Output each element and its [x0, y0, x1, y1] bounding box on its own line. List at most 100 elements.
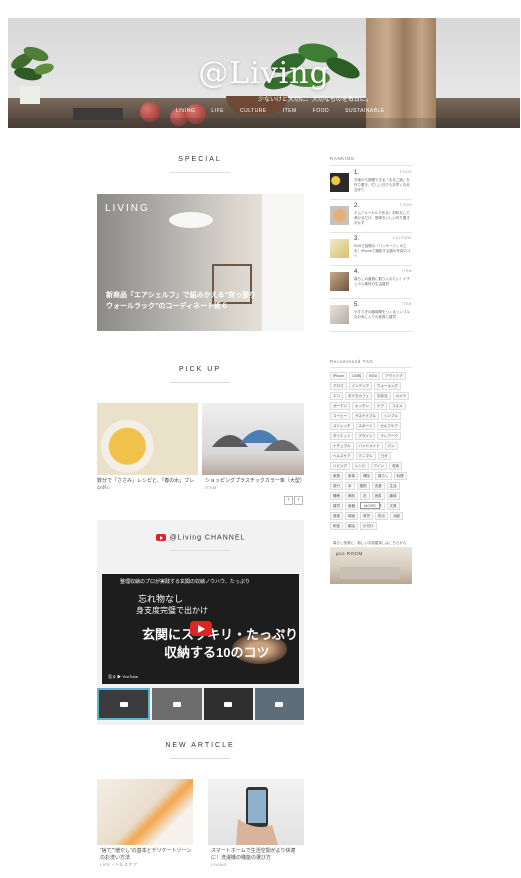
- tag-chip[interactable]: 収納: [389, 462, 402, 470]
- article-card-title[interactable]: “捨て”“増やし”の基本とデリケートゾーンのお洗い方法: [100, 848, 192, 862]
- ranking-item[interactable]: 5. ITEM やすらぎの朝時間をつくるシンプルなお気に入りの家具と雑貨: [330, 302, 412, 330]
- youtube-video-player[interactable]: 整理収納のプロが実践する玄関の収納ノウハウ、たっぷり 忘れ物なし 身支度完璧で出…: [102, 574, 299, 684]
- channel-heading-text: @Living CHANNEL: [169, 534, 246, 542]
- nav-item-item[interactable]: ITEM: [283, 108, 297, 114]
- video-thumbnail[interactable]: [203, 688, 253, 720]
- tag-chip[interactable]: ヨガ: [377, 452, 391, 460]
- tag-chip[interactable]: 音楽: [330, 512, 343, 520]
- tag-chip[interactable]: ストレッチ: [330, 422, 354, 430]
- room-banner[interactable]: goo ROOM: [330, 547, 412, 584]
- tag-chip[interactable]: カメラ: [392, 392, 409, 400]
- tag-chip[interactable]: セルフケア: [377, 422, 401, 430]
- tag-chip[interactable]: 暮らし: [375, 472, 392, 480]
- tag-chip[interactable]: 家具: [330, 472, 343, 480]
- tag-chip[interactable]: パン: [384, 442, 398, 450]
- tag-chip[interactable]: 趣味: [386, 492, 400, 500]
- tag-chip[interactable]: ウォーキング: [374, 382, 401, 390]
- tag-chip[interactable]: 片付け: [360, 522, 377, 530]
- site-logo[interactable]: @Living: [8, 56, 520, 91]
- tag-chip[interactable]: 家事: [345, 472, 358, 480]
- tag-chip[interactable]: 育児: [360, 512, 373, 520]
- tag-chip[interactable]: 映画: [345, 512, 358, 520]
- ranking-item[interactable]: 3. CULTURE SNSで話題の「パッケージ」の工夫！iPhoneで撮影する…: [330, 236, 412, 264]
- tag-chip[interactable]: ヘルスケア: [330, 452, 354, 460]
- tag-chip[interactable]: コーヒー: [330, 412, 350, 420]
- tag-chip[interactable]: アロマ: [330, 382, 347, 390]
- tag-chip[interactable]: 花: [360, 492, 370, 500]
- tag-chip[interactable]: ガーデン: [330, 402, 350, 410]
- watch-on-youtube[interactable]: 見る ▶ YouTube: [108, 674, 138, 680]
- pickup-card-title[interactable]: ショッピングプラスチックカラー傘（大型）: [205, 478, 305, 485]
- ranking-title: 冷凍から調理できる「まぜご飯」を作り置き、忙しい日でも手早くお弁当作り: [354, 178, 410, 192]
- tag-chip[interactable]: インテリア: [348, 382, 372, 390]
- tag-chip[interactable]: エコ: [330, 392, 343, 400]
- play-button-icon[interactable]: [190, 621, 212, 636]
- article-card-image[interactable]: [97, 779, 193, 845]
- ranking-category: ITEM: [402, 302, 412, 306]
- tag-chip[interactable]: シンプル: [380, 412, 401, 420]
- special-feature-card[interactable]: LIVING 新商品「エアシェルフ」で組みかえる“突っ張りウォールラック”のコー…: [97, 194, 304, 331]
- ranking-rule: [330, 165, 412, 166]
- channel-rule: [170, 550, 230, 551]
- tag-chip[interactable]: ミニマル: [355, 452, 376, 460]
- tag-chip[interactable]: 100均: [348, 372, 365, 380]
- tag-chip[interactable]: 洗濯: [371, 482, 385, 490]
- tag-chip[interactable]: 睡眠: [330, 492, 343, 500]
- play-icon: [172, 701, 181, 707]
- ranking-item[interactable]: 4. ITEM 暮らしの道具に取り入れたい！ナチュラル素材の生活雑貨: [330, 269, 412, 297]
- tag-chip[interactable]: 植物: [356, 482, 370, 490]
- tag-chip[interactable]: 生活: [386, 482, 400, 490]
- video-thumbnail[interactable]: [97, 688, 151, 720]
- article-card-image[interactable]: [208, 779, 304, 845]
- tag-chip[interactable]: 雑貨: [330, 502, 343, 510]
- nav-item-life[interactable]: LIFE: [211, 108, 224, 114]
- nav-item-food[interactable]: FOOD: [313, 108, 329, 114]
- tag-chip[interactable]: スポーツ: [355, 422, 376, 430]
- pickup-prev-button[interactable]: ‹: [284, 496, 293, 505]
- tag-chip[interactable]: コスメ: [389, 402, 406, 410]
- tag-chip[interactable]: キッチン: [352, 402, 372, 410]
- tag-chip[interactable]: 読書: [371, 492, 385, 500]
- tag-chip[interactable]: 旅行: [330, 482, 343, 490]
- tag-chip[interactable]: サステナブル: [352, 412, 379, 420]
- article-card-title[interactable]: スマートホームで生活空間がより快適に！洗濯機の機能の選び方: [211, 848, 304, 862]
- tag-chip[interactable]: 本: [345, 482, 355, 490]
- ranking-item[interactable]: 2. FOOD ホムフォーカルで作る！材料なしで漬けるだけ、簡単おいしい作り置き…: [330, 203, 412, 231]
- tag-chip[interactable]: お弁当: [374, 392, 391, 400]
- tag-chip[interactable]: 和室: [330, 522, 343, 530]
- tag-chip[interactable]: 文具: [386, 502, 400, 510]
- tags-more-button[interactable]: MORE: [360, 502, 380, 509]
- tag-chip[interactable]: デザイン: [355, 432, 376, 440]
- nav-item-sustainable[interactable]: SUSTAINABLE: [345, 108, 385, 114]
- tag-chip[interactable]: ナチュラル: [330, 442, 354, 450]
- tag-chip[interactable]: iPhone: [330, 372, 347, 380]
- nav-item-culture[interactable]: CULTURE: [240, 108, 267, 114]
- ranking-item[interactable]: 1. FOOD 冷凍から調理できる「まぜご飯」を作り置き、忙しい日でも手早くお弁…: [330, 170, 412, 198]
- tag-chip[interactable]: 食器: [345, 502, 358, 510]
- tag-chip[interactable]: 北欧: [390, 512, 403, 520]
- tag-chip[interactable]: 料理: [393, 472, 407, 480]
- tag-chip[interactable]: 掃除: [360, 472, 373, 480]
- tag-chip[interactable]: ダイエット: [330, 432, 354, 440]
- tag-chip[interactable]: ワイン: [370, 462, 387, 470]
- tag-chip[interactable]: おうちカフェ: [345, 392, 372, 400]
- tag-chip[interactable]: リビング: [330, 462, 350, 470]
- play-icon: [275, 701, 284, 707]
- tag-chip[interactable]: 朝活: [345, 522, 358, 530]
- pickup-card-title[interactable]: 数分で「ささみ」レシピと、「春の水」ブレンド: [97, 478, 198, 492]
- video-thumbnail[interactable]: [254, 688, 304, 720]
- tag-chip[interactable]: 節約: [345, 492, 358, 500]
- tag-chip[interactable]: ハンドメイド: [355, 442, 383, 450]
- pickup-next-button[interactable]: ›: [294, 496, 303, 505]
- tag-chip[interactable]: アウトドア: [382, 372, 406, 380]
- tag-chip[interactable]: レシピ: [352, 462, 369, 470]
- video-thumbnail[interactable]: [152, 688, 202, 720]
- tag-chip[interactable]: テレワーク: [377, 432, 401, 440]
- tag-chip[interactable]: IKEA: [366, 372, 381, 380]
- pickup-card-image[interactable]: [97, 403, 198, 475]
- pickup-card-image[interactable]: [202, 403, 304, 475]
- nav-item-living[interactable]: LIVING: [176, 108, 195, 114]
- tag-chip[interactable]: 防災: [375, 512, 388, 520]
- tag-chip[interactable]: ケア: [374, 402, 387, 410]
- nav-band: [8, 118, 520, 128]
